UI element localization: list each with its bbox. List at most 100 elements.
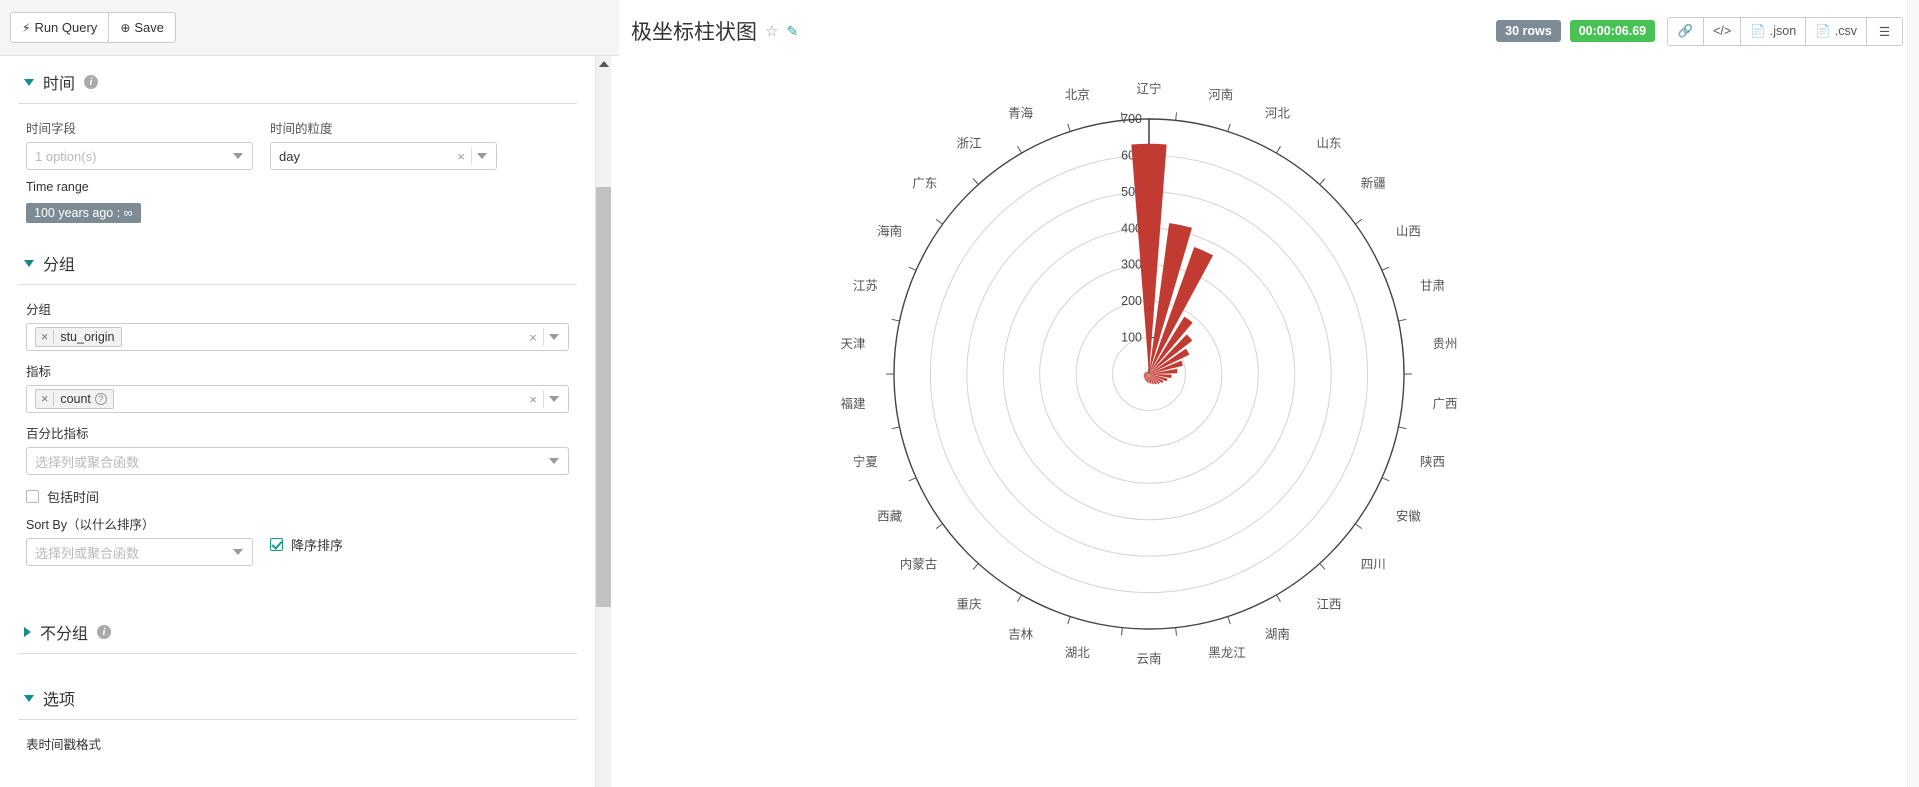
time-range-label: Time range [26, 180, 89, 194]
json-button[interactable]: 📄 .json [1740, 16, 1807, 46]
polar-axis-label: 江西 [1317, 598, 1342, 612]
include-time-row[interactable]: 包括时间 [18, 475, 577, 506]
json-label: .json [1769, 24, 1797, 38]
polar-axis-label: 广西 [1432, 397, 1457, 411]
section-header-nogroup[interactable]: 不分组 i [18, 606, 577, 654]
chevron-down-icon[interactable] [549, 396, 559, 402]
polar-axis-label: 山东 [1317, 136, 1342, 150]
remove-token-icon[interactable]: × [36, 392, 55, 406]
chevron-right-icon[interactable] [24, 627, 31, 637]
polar-axis-label: 海南 [877, 224, 902, 239]
polar-axis-label: 贵州 [1432, 337, 1457, 351]
polar-bar-chart[interactable]: 100200300400500600700辽宁 河南河北山东新疆山西甘肃贵州广西陕… [619, 62, 1919, 787]
chart-tool-group: 🔗 </> 📄 .json 📄 .csv ☰ [1667, 16, 1903, 46]
sort-row: Sort By（以什么排序） 选择列或聚合函数 降序排序 [18, 514, 577, 566]
table-timestamp-row: 表时间戳格式 [18, 724, 577, 758]
file-icon: 📄 [1815, 23, 1831, 38]
include-time-checkbox[interactable] [26, 490, 39, 503]
include-time-label: 包括时间 [47, 490, 100, 505]
polar-axis-label: 山西 [1396, 225, 1421, 239]
csv-button[interactable]: 📄 .csv [1805, 16, 1867, 46]
scroll-up-icon[interactable] [598, 61, 609, 67]
edit-square-icon[interactable]: ✎ [786, 23, 798, 40]
chevron-down-icon[interactable] [24, 259, 34, 267]
chevron-down-icon[interactable] [24, 694, 34, 702]
sort-by-select[interactable]: 选择列或聚合函数 [26, 538, 253, 566]
page-title: 极坐标柱状图 [631, 21, 757, 44]
descending-checkbox[interactable] [270, 538, 283, 551]
info-icon[interactable]: i [97, 625, 112, 639]
groupby-select[interactable]: × stu_origin × [26, 323, 569, 351]
groupby-token[interactable]: × stu_origin [35, 327, 122, 347]
svg-text:300: 300 [1121, 258, 1142, 272]
polar-axis-label: 新疆 [1361, 175, 1386, 190]
plus-circle-icon: ⊕ [120, 20, 131, 35]
polar-axis-label: 北京 [1065, 88, 1090, 102]
groupby-token-label: stu_origin [60, 330, 115, 344]
panel-scroll-area: 时间 i 时间字段 1 option(s) 时间的粒度 day × Time r… [0, 56, 619, 787]
metric-row: 指标 × count ? × [18, 351, 577, 413]
sort-by-label: Sort By（以什么排序） [26, 518, 155, 532]
code-button[interactable]: </> [1703, 16, 1742, 46]
polar-axis-label: 福建 [841, 396, 867, 411]
chevron-down-icon[interactable] [233, 153, 243, 159]
clear-icon[interactable]: × [451, 149, 471, 164]
polar-axis-label: 西藏 [877, 510, 903, 524]
polar-axis-label: 河南 [1208, 87, 1233, 102]
bolt-icon: ⚡ [22, 20, 31, 35]
svg-text:100: 100 [1121, 331, 1142, 345]
metric-select[interactable]: × count ? × [26, 385, 569, 413]
star-outline-icon[interactable]: ☆ [765, 22, 778, 40]
svg-text:200: 200 [1121, 294, 1142, 308]
remove-token-icon[interactable]: × [36, 330, 55, 344]
polar-axis-label: 江苏 [853, 278, 878, 293]
descending-label: 降序排序 [291, 538, 344, 553]
descending-row[interactable]: 降序排序 [270, 535, 343, 554]
time-grain-group: 时间的粒度 day × [270, 118, 497, 170]
csv-label: .csv [1834, 24, 1857, 38]
menu-button[interactable]: ☰ [1866, 16, 1903, 46]
section-title-nogroup: 不分组 [40, 626, 89, 643]
groupby-row: 分组 × stu_origin × [18, 289, 577, 351]
section-header-options[interactable]: 选项 [18, 672, 577, 720]
run-query-button[interactable]: ⚡ Run Query [10, 12, 110, 43]
help-icon[interactable]: ? [94, 393, 107, 405]
polar-axis-label: 黑龙江 [1208, 646, 1246, 660]
chart-area: 极坐标柱状图 ☆ ✎ 30 rows 00:00:06.69 🔗 </> 📄 .… [619, 0, 1919, 787]
metric-token[interactable]: × count ? [35, 389, 114, 409]
time-range-pill[interactable]: 100 years ago : ∞ [26, 203, 141, 223]
section-header-groupby[interactable]: 分组 [18, 237, 577, 285]
metric-token-label: count [60, 392, 91, 406]
right-gutter [1907, 0, 1919, 787]
percent-metric-select[interactable]: 选择列或聚合函数 [26, 447, 569, 475]
chevron-down-icon[interactable] [549, 458, 559, 464]
divider [543, 328, 544, 346]
polar-axis-label: 四川 [1361, 558, 1386, 572]
chevron-down-icon[interactable] [549, 334, 559, 340]
time-grain-label: 时间的粒度 [270, 122, 333, 136]
polar-axis-label: 河北 [1265, 107, 1291, 121]
save-label: Save [134, 20, 165, 35]
save-button[interactable]: ⊕ Save [108, 12, 177, 43]
percent-metric-group: 百分比指标 选择列或聚合函数 [26, 423, 569, 475]
scrollbar-thumb[interactable] [596, 187, 611, 607]
time-field-group: 时间字段 1 option(s) [26, 118, 253, 170]
time-grain-value: day [279, 148, 300, 164]
hamburger-icon: ☰ [1878, 24, 1891, 39]
time-grain-select[interactable]: day × [270, 142, 497, 170]
code-icon: </> [1713, 24, 1732, 38]
sort-by-placeholder: 选择列或聚合函数 [35, 545, 140, 561]
time-fields-row: 时间字段 1 option(s) 时间的粒度 day × [18, 108, 577, 170]
link-button[interactable]: 🔗 [1667, 16, 1705, 46]
section-title-time: 时间 [43, 76, 76, 93]
clear-icon[interactable]: × [523, 330, 543, 345]
info-icon[interactable]: i [84, 75, 99, 89]
section-header-time[interactable]: 时间 i [18, 56, 577, 104]
chevron-down-icon[interactable] [477, 153, 487, 159]
panel-scrollbar[interactable] [596, 56, 611, 787]
link-icon: 🔗 [1677, 23, 1694, 38]
chevron-down-icon[interactable] [24, 78, 34, 86]
time-field-select[interactable]: 1 option(s) [26, 142, 253, 170]
chevron-down-icon[interactable] [233, 549, 243, 555]
clear-icon[interactable]: × [523, 392, 543, 407]
